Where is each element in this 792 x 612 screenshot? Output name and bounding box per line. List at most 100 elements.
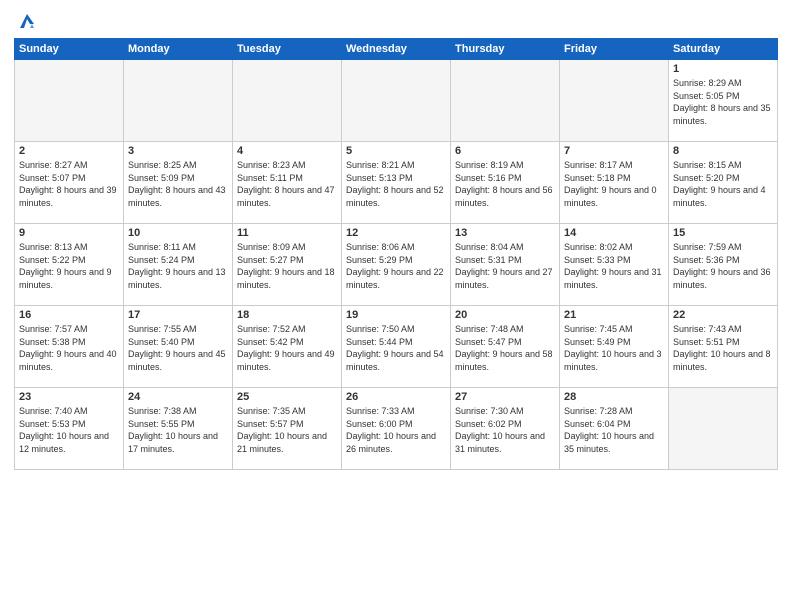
day-number: 28 (564, 391, 664, 403)
day-number: 17 (128, 309, 228, 321)
day-number: 2 (19, 145, 119, 157)
calendar-cell: 3 Sunrise: 8:25 AMSunset: 5:09 PMDaylight… (124, 142, 233, 224)
calendar-cell: 27Sunrise: 7:30 AMSunset: 6:02 PMDayligh… (451, 388, 560, 470)
day-number: 3 (128, 145, 228, 157)
weekday-header-friday: Friday (560, 39, 669, 60)
logo-icon (16, 10, 38, 32)
calendar-cell: 25 Sunrise: 7:35 AMSunset: 5:57 PMDayligh… (233, 388, 342, 470)
day-info: Sunrise: 8:21 AMSunset: 5:13 PMDaylight:… (346, 159, 446, 209)
calendar-cell: 8 Sunrise: 8:15 AMSunset: 5:20 PMDaylight… (669, 142, 778, 224)
day-number: 6 (455, 145, 555, 157)
day-info: Sunrise: 7:28 AMSunset: 6:04 PMDaylight:… (564, 405, 664, 455)
day-number: 4 (237, 145, 337, 157)
day-info: Sunrise: 8:11 AMSunset: 5:24 PMDaylight:… (128, 241, 228, 291)
day-info: Sunrise: 8:25 AMSunset: 5:09 PMDaylight:… (128, 159, 228, 209)
calendar-cell (560, 60, 669, 142)
day-info: Sunrise: 7:57 AMSunset: 5:38 PMDaylight:… (19, 323, 119, 373)
calendar-cell: 18 Sunrise: 7:52 AMSunset: 5:42 PMDayligh… (233, 306, 342, 388)
calendar-cell (342, 60, 451, 142)
calendar-cell: 4Sunrise: 8:23 AMSunset: 5:11 PMDaylight… (233, 142, 342, 224)
calendar-cell: 6 Sunrise: 8:19 AMSunset: 5:16 PMDaylight… (451, 142, 560, 224)
weekday-header-saturday: Saturday (669, 39, 778, 60)
day-info: Sunrise: 8:13 AMSunset: 5:22 PMDaylight:… (19, 241, 119, 291)
weekday-header-wednesday: Wednesday (342, 39, 451, 60)
calendar-week-1: 2 Sunrise: 8:27 AMSunset: 5:07 PMDaylight… (15, 142, 778, 224)
day-number: 13 (455, 227, 555, 239)
day-info: Sunrise: 7:33 AMSunset: 6:00 PMDaylight:… (346, 405, 446, 455)
day-number: 22 (673, 309, 773, 321)
day-info: Sunrise: 7:38 AMSunset: 5:55 PMDaylight:… (128, 405, 228, 455)
calendar-cell: 20 Sunrise: 7:48 AMSunset: 5:47 PMDayligh… (451, 306, 560, 388)
day-number: 19 (346, 309, 446, 321)
day-info: Sunrise: 8:29 AMSunset: 5:05 PMDaylight:… (673, 77, 773, 127)
day-number: 14 (564, 227, 664, 239)
day-info: Sunrise: 8:02 AMSunset: 5:33 PMDaylight:… (564, 241, 664, 291)
calendar-header: SundayMondayTuesdayWednesdayThursdayFrid… (15, 39, 778, 60)
calendar-cell: 12Sunrise: 8:06 AMSunset: 5:29 PMDayligh… (342, 224, 451, 306)
day-info: Sunrise: 8:19 AMSunset: 5:16 PMDaylight:… (455, 159, 555, 209)
calendar-cell: 26 Sunrise: 7:33 AMSunset: 6:00 PMDayligh… (342, 388, 451, 470)
calendar-cell (451, 60, 560, 142)
day-number: 26 (346, 391, 446, 403)
calendar-cell (233, 60, 342, 142)
day-number: 10 (128, 227, 228, 239)
calendar-week-0: 1Sunrise: 8:29 AMSunset: 5:05 PMDaylight… (15, 60, 778, 142)
day-number: 11 (237, 227, 337, 239)
calendar-week-3: 16 Sunrise: 7:57 AMSunset: 5:38 PMDayligh… (15, 306, 778, 388)
day-info: Sunrise: 7:35 AMSunset: 5:57 PMDaylight:… (237, 405, 337, 455)
day-number: 5 (346, 145, 446, 157)
calendar-cell: 1Sunrise: 8:29 AMSunset: 5:05 PMDaylight… (669, 60, 778, 142)
day-info: Sunrise: 8:09 AMSunset: 5:27 PMDaylight:… (237, 241, 337, 291)
day-info: Sunrise: 8:17 AMSunset: 5:18 PMDaylight:… (564, 159, 664, 209)
calendar-table: SundayMondayTuesdayWednesdayThursdayFrid… (14, 38, 778, 470)
calendar-cell: 13Sunrise: 8:04 AMSunset: 5:31 PMDayligh… (451, 224, 560, 306)
calendar-cell: 9 Sunrise: 8:13 AMSunset: 5:22 PMDaylight… (15, 224, 124, 306)
calendar-cell: 10 Sunrise: 8:11 AMSunset: 5:24 PMDayligh… (124, 224, 233, 306)
weekday-header-row: SundayMondayTuesdayWednesdayThursdayFrid… (15, 39, 778, 60)
day-number: 15 (673, 227, 773, 239)
day-number: 20 (455, 309, 555, 321)
day-info: Sunrise: 7:48 AMSunset: 5:47 PMDaylight:… (455, 323, 555, 373)
day-info: Sunrise: 7:50 AMSunset: 5:44 PMDaylight:… (346, 323, 446, 373)
day-number: 9 (19, 227, 119, 239)
calendar-cell: 11 Sunrise: 8:09 AMSunset: 5:27 PMDayligh… (233, 224, 342, 306)
calendar-cell: 24 Sunrise: 7:38 AMSunset: 5:55 PMDayligh… (124, 388, 233, 470)
calendar-cell (669, 388, 778, 470)
calendar-cell: 15 Sunrise: 7:59 AMSunset: 5:36 PMDayligh… (669, 224, 778, 306)
day-info: Sunrise: 7:43 AMSunset: 5:51 PMDaylight:… (673, 323, 773, 373)
day-number: 7 (564, 145, 664, 157)
calendar-cell: 2 Sunrise: 8:27 AMSunset: 5:07 PMDaylight… (15, 142, 124, 224)
day-info: Sunrise: 8:15 AMSunset: 5:20 PMDaylight:… (673, 159, 773, 209)
day-info: Sunrise: 7:45 AMSunset: 5:49 PMDaylight:… (564, 323, 664, 373)
page-header (14, 10, 778, 32)
day-info: Sunrise: 8:27 AMSunset: 5:07 PMDaylight:… (19, 159, 119, 209)
day-info: Sunrise: 7:59 AMSunset: 5:36 PMDaylight:… (673, 241, 773, 291)
calendar-cell: 21Sunrise: 7:45 AMSunset: 5:49 PMDayligh… (560, 306, 669, 388)
day-number: 12 (346, 227, 446, 239)
calendar-cell: 28 Sunrise: 7:28 AMSunset: 6:04 PMDayligh… (560, 388, 669, 470)
weekday-header-tuesday: Tuesday (233, 39, 342, 60)
day-info: Sunrise: 7:55 AMSunset: 5:40 PMDaylight:… (128, 323, 228, 373)
calendar-cell: 22 Sunrise: 7:43 AMSunset: 5:51 PMDayligh… (669, 306, 778, 388)
day-number: 8 (673, 145, 773, 157)
calendar-cell: 16 Sunrise: 7:57 AMSunset: 5:38 PMDayligh… (15, 306, 124, 388)
calendar-body: 1Sunrise: 8:29 AMSunset: 5:05 PMDaylight… (15, 60, 778, 470)
day-number: 25 (237, 391, 337, 403)
calendar-cell (15, 60, 124, 142)
calendar-cell: 5 Sunrise: 8:21 AMSunset: 5:13 PMDaylight… (342, 142, 451, 224)
calendar-cell: 19 Sunrise: 7:50 AMSunset: 5:44 PMDayligh… (342, 306, 451, 388)
weekday-header-monday: Monday (124, 39, 233, 60)
day-number: 27 (455, 391, 555, 403)
day-number: 16 (19, 309, 119, 321)
weekday-header-thursday: Thursday (451, 39, 560, 60)
calendar-cell: 14 Sunrise: 8:02 AMSunset: 5:33 PMDayligh… (560, 224, 669, 306)
calendar-cell: 7 Sunrise: 8:17 AMSunset: 5:18 PMDaylight… (560, 142, 669, 224)
logo (14, 10, 38, 32)
calendar-week-2: 9 Sunrise: 8:13 AMSunset: 5:22 PMDaylight… (15, 224, 778, 306)
day-number: 23 (19, 391, 119, 403)
calendar-cell: 17 Sunrise: 7:55 AMSunset: 5:40 PMDayligh… (124, 306, 233, 388)
day-info: Sunrise: 7:52 AMSunset: 5:42 PMDaylight:… (237, 323, 337, 373)
day-number: 24 (128, 391, 228, 403)
calendar-cell: 23Sunrise: 7:40 AMSunset: 5:53 PMDayligh… (15, 388, 124, 470)
day-number: 18 (237, 309, 337, 321)
